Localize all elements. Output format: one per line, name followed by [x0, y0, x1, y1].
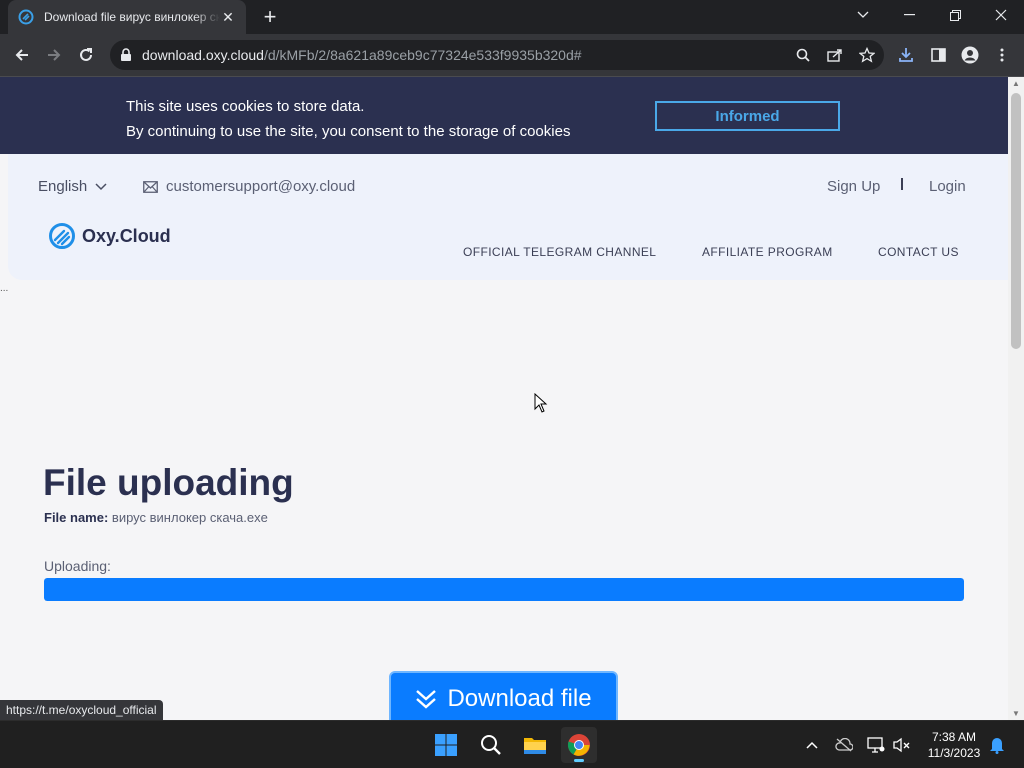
bookmark-star-icon[interactable]: [856, 45, 878, 65]
profile-icon[interactable]: [957, 42, 983, 68]
cookie-line-2: By continuing to use the site, you conse…: [126, 123, 571, 140]
browser-toolbar: download.oxy.cloud/d/kMFb/2/8a621a89ceb9…: [0, 34, 1024, 77]
scrollbar-thumb[interactable]: [1011, 93, 1021, 349]
web-page: This site uses cookies to store data. By…: [0, 77, 1008, 720]
windows-taskbar: 7:38 AM 11/3/2023: [0, 720, 1024, 768]
site-logo[interactable]: Oxy.Cloud: [48, 222, 171, 250]
nav-telegram-channel[interactable]: OFFICIAL TELEGRAM CHANNEL: [463, 245, 656, 259]
scroll-down-arrow-icon[interactable]: ▼: [1012, 709, 1020, 718]
file-name-value: вирус винлокер скача.exe: [111, 510, 268, 525]
menu-kebab-icon[interactable]: [989, 42, 1015, 68]
address-bar[interactable]: download.oxy.cloud/d/kMFb/2/8a621a89ceb9…: [110, 40, 884, 70]
tray-overflow-chevron-icon[interactable]: [802, 735, 822, 755]
language-selector[interactable]: English: [38, 178, 107, 195]
logo-text: Oxy.Cloud: [82, 225, 171, 246]
taskbar-clock[interactable]: 7:38 AM 11/3/2023: [918, 729, 990, 761]
download-file-button[interactable]: Download file: [389, 671, 618, 720]
oxycloud-favicon-icon: [18, 9, 34, 25]
volume-muted-icon[interactable]: [892, 735, 912, 755]
page-title: File uploading: [43, 462, 294, 503]
sign-up-link[interactable]: Sign Up: [827, 178, 880, 195]
download-file-label: Download file: [447, 684, 592, 712]
tab-search-icon[interactable]: [840, 0, 886, 30]
minimize-icon[interactable]: [886, 0, 932, 30]
support-email: customersupport@oxy.cloud: [166, 178, 356, 195]
tab-close-icon[interactable]: ✕: [220, 9, 236, 26]
chrome-taskbar-icon[interactable]: [561, 727, 597, 763]
cookie-text: This site uses cookies to store data. By…: [126, 94, 570, 144]
notification-bell-icon[interactable]: [987, 735, 1007, 755]
clock-date: 11/3/2023: [927, 746, 981, 760]
file-name-label: File name:: [44, 510, 109, 525]
support-email-link[interactable]: customersupport@oxy.cloud: [143, 178, 355, 195]
mail-icon: [143, 180, 158, 193]
url-text: download.oxy.cloud/d/kMFb/2/8a621a89ceb9…: [142, 47, 582, 63]
cookie-line-1: This site uses cookies to store data.: [126, 98, 365, 115]
language-label: English: [38, 178, 88, 195]
nav-contact-us[interactable]: CONTACT US: [878, 245, 959, 259]
link-status-bubble: https://t.me/oxycloud_official: [0, 700, 163, 720]
scroll-up-arrow-icon[interactable]: ▲: [1012, 79, 1020, 88]
file-explorer-icon[interactable]: [517, 727, 553, 763]
close-window-icon[interactable]: [978, 0, 1024, 30]
share-icon[interactable]: [824, 45, 846, 65]
ellipsis-text: ...: [0, 283, 9, 294]
downloads-icon[interactable]: [893, 42, 919, 68]
network-icon[interactable]: [866, 735, 886, 755]
login-link[interactable]: Login: [929, 178, 966, 195]
double-chevron-down-icon: [416, 689, 437, 709]
tab-strip: Download file вирус винлокер скача ✕ +: [0, 0, 1024, 34]
informed-button[interactable]: Informed: [655, 101, 840, 131]
oxycloud-logo-icon: [49, 223, 75, 249]
tab-title: Download file вирус винлокер скача: [44, 10, 220, 24]
upload-progress-fill: [44, 578, 964, 601]
cookie-banner: This site uses cookies to store data. By…: [0, 77, 1008, 154]
start-button-icon[interactable]: [428, 727, 464, 763]
url-path: /d/kMFb/2/8a621a89ceb9c77324e533f9935b32…: [263, 47, 582, 63]
lock-icon: [121, 48, 131, 61]
new-tab-button[interactable]: +: [258, 5, 282, 29]
browser-tab[interactable]: Download file вирус винлокер скача ✕: [8, 0, 246, 34]
url-host: download.oxy.cloud: [142, 47, 264, 63]
upload-progress-bar: [44, 578, 964, 601]
reload-icon[interactable]: [73, 42, 99, 68]
page-scrollbar[interactable]: ▲ ▼: [1008, 77, 1024, 720]
zoom-search-icon[interactable]: [792, 45, 814, 65]
taskbar-search-icon[interactable]: [473, 727, 509, 763]
uploading-label: Uploading:: [44, 558, 111, 574]
site-header: [8, 154, 1008, 280]
nav-affiliate-program[interactable]: AFFILIATE PROGRAM: [702, 245, 833, 259]
mouse-cursor-icon: [534, 393, 548, 413]
side-panel-icon[interactable]: [925, 42, 951, 68]
chevron-down-icon: [95, 182, 107, 190]
forward-icon[interactable]: [41, 42, 67, 68]
restore-icon[interactable]: [932, 0, 978, 30]
back-icon[interactable]: [9, 42, 35, 68]
file-name-line: File name: вирус винлокер скача.exe: [44, 510, 268, 525]
onedrive-offline-icon[interactable]: [834, 735, 854, 755]
header-divider: [901, 178, 903, 190]
clock-time: 7:38 AM: [931, 730, 977, 744]
